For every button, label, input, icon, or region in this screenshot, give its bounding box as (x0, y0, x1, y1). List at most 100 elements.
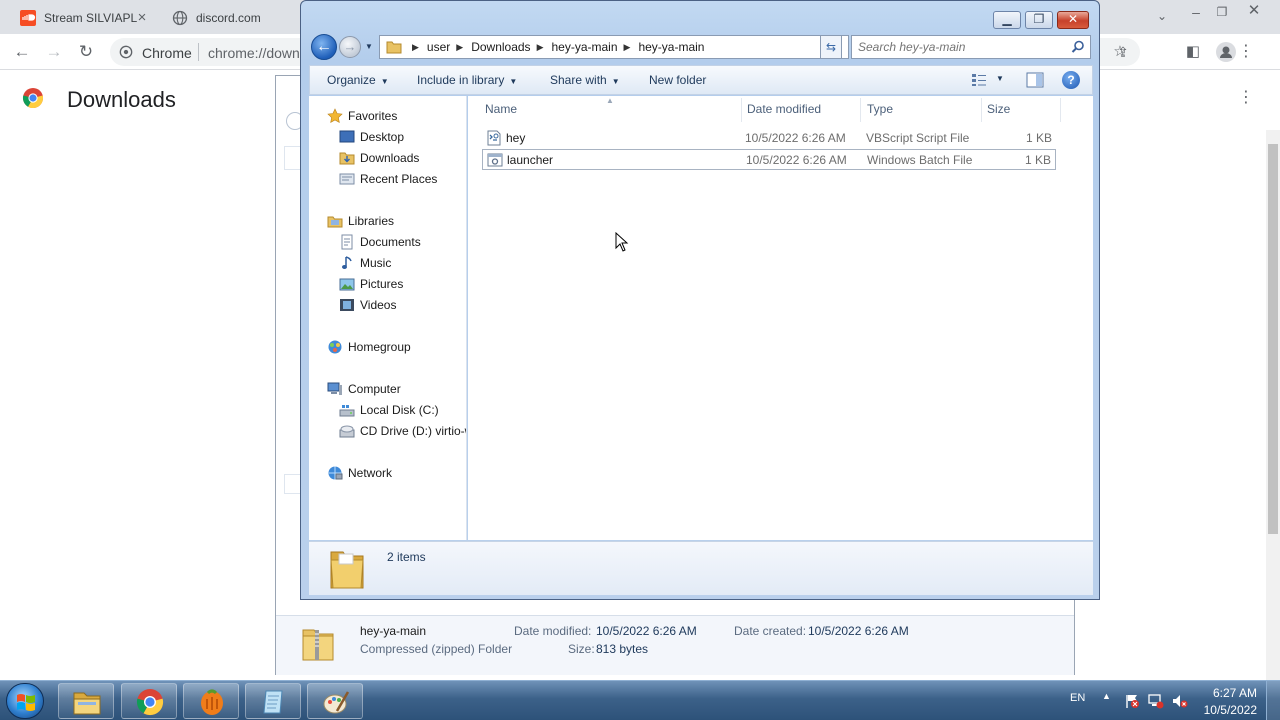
share-icon[interactable]: ⇪ (1113, 42, 1133, 62)
refresh-button[interactable]: ⇆ (820, 35, 842, 59)
taskbar-notepad[interactable] (245, 683, 301, 719)
help-icon[interactable]: ? (1062, 71, 1080, 89)
volume-muted-icon[interactable] (1172, 693, 1188, 709)
start-button[interactable] (6, 683, 44, 719)
new-folder-button[interactable]: New folder (649, 73, 706, 87)
column-separator[interactable] (860, 98, 861, 122)
nav-local-disk[interactable]: Local Disk (C:) (339, 400, 439, 420)
clock-time[interactable]: 6:27 AM (1213, 686, 1257, 700)
chevron-down-icon: ▼ (509, 77, 518, 86)
network-status-icon[interactable] (1148, 693, 1164, 709)
forward-button[interactable]: → (339, 36, 361, 58)
nav-cd-drive[interactable]: CD Drive (D:) virtio-w (339, 421, 466, 441)
zip-folder-icon (302, 629, 334, 661)
search-icon[interactable] (1071, 40, 1085, 54)
globe-icon (172, 10, 188, 26)
nav-music[interactable]: Music (339, 253, 391, 273)
nav-network[interactable]: Network (327, 463, 392, 483)
show-desktop-button[interactable] (1266, 681, 1280, 720)
taskbar-chrome[interactable] (121, 683, 177, 719)
tab-search-chevron-icon[interactable]: ⌄ (1152, 6, 1172, 26)
nav-libraries[interactable]: Libraries (327, 211, 394, 231)
nav-desktop[interactable]: Desktop (339, 127, 404, 147)
nav-computer[interactable]: Computer (327, 379, 401, 399)
column-header-size[interactable]: Size (987, 102, 1010, 116)
breadcrumb-hey-ya-main[interactable]: hey-ya-main (551, 40, 617, 54)
address-bar[interactable]: ▶ user ▶ Downloads ▶ hey-ya-main ▶ hey-y… (379, 35, 849, 59)
breadcrumb-downloads[interactable]: Downloads (471, 40, 530, 54)
fl-studio-icon (201, 689, 223, 715)
recent-pages-icon[interactable]: ▼ (365, 42, 375, 52)
clock-date[interactable]: 10/5/2022 (1204, 703, 1257, 717)
browser-restore-icon[interactable]: ❐ (1212, 2, 1232, 22)
nav-documents[interactable]: Documents (339, 232, 421, 252)
maximize-button[interactable]: ❐ (1025, 11, 1053, 29)
nav-videos[interactable]: Videos (339, 295, 396, 315)
view-options-arrow-icon[interactable]: ▼ (996, 74, 1004, 83)
breadcrumb-separator-icon[interactable]: ▶ (624, 42, 631, 53)
windows-logo-icon (17, 694, 35, 711)
search-box[interactable] (851, 35, 1091, 59)
breadcrumb-separator-icon[interactable]: ▶ (456, 42, 463, 53)
bg-date-created-value: 10/5/2022 6:26 AM (808, 624, 909, 638)
nav-favorites-label: Favorites (348, 109, 398, 123)
file-list-pane[interactable]: ▲ Name Date modified Type Size hey 10/5/… (468, 96, 1093, 540)
browser-close-icon[interactable]: ✕ (1244, 1, 1264, 21)
taskbar-paint[interactable] (307, 683, 363, 719)
nav-downloads[interactable]: Downloads (339, 148, 419, 168)
column-separator[interactable] (981, 98, 982, 122)
nav-recent-places[interactable]: Recent Places (339, 169, 437, 189)
breadcrumb-user[interactable]: user (427, 40, 450, 54)
column-header-date-modified[interactable]: Date modified (747, 102, 821, 116)
downloads-menu-icon[interactable]: ⋮ (1236, 88, 1256, 108)
browser-minimize-icon[interactable]: – (1186, 2, 1206, 22)
change-view-icon[interactable] (971, 73, 987, 87)
paint-icon (323, 691, 350, 714)
page-scrollbar[interactable] (1266, 130, 1280, 682)
browser-tab-soundcloud[interactable]: Stream SILVIAPL × (20, 4, 150, 32)
nav-computer-label: Computer (348, 382, 401, 396)
tab-close-icon[interactable]: × (134, 10, 150, 26)
column-header-type[interactable]: Type (867, 102, 893, 116)
documents-icon (341, 234, 353, 250)
bg-details-name: hey-ya-main (360, 624, 427, 638)
close-button[interactable]: ✕ (1057, 11, 1089, 29)
file-type: Windows Batch File (867, 153, 973, 167)
browser-menu-icon[interactable]: ⋮ (1236, 42, 1256, 62)
nav-favorites[interactable]: Favorites (327, 106, 397, 126)
nav-pictures[interactable]: Pictures (339, 274, 403, 294)
include-in-library-button[interactable]: Include in library ▼ (417, 73, 517, 87)
taskbar-explorer[interactable] (58, 683, 114, 719)
browser-back-icon[interactable]: ← (12, 42, 32, 62)
column-separator[interactable] (741, 98, 742, 122)
breadcrumb-hey-ya-main-current[interactable]: hey-ya-main (638, 40, 704, 54)
column-header-name[interactable]: Name (485, 102, 517, 116)
show-hidden-icons-icon[interactable]: ▲ (1102, 691, 1111, 701)
file-row-selected[interactable]: launcher 10/5/2022 6:26 AM Windows Batch… (482, 149, 1056, 170)
back-button[interactable]: ← (311, 34, 337, 60)
local-disk-icon (339, 405, 355, 417)
column-separator[interactable] (1060, 98, 1061, 122)
action-center-flag-icon[interactable] (1124, 693, 1140, 709)
nav-homegroup[interactable]: Homegroup (327, 337, 411, 357)
breadcrumb-separator-icon[interactable]: ▶ (537, 42, 544, 53)
omnibox-divider (198, 43, 199, 61)
minimize-button[interactable]: ▁ (993, 11, 1021, 29)
explorer-window[interactable]: ▁ ❐ ✕ ← → ▼ ▶ user ▶ Downloads ▶ hey-ya-… (300, 0, 1100, 600)
chevron-down-icon: ▼ (380, 77, 389, 86)
file-row[interactable]: hey 10/5/2022 6:26 AM VBScript Script Fi… (482, 128, 1056, 149)
search-input[interactable] (858, 40, 1058, 54)
profile-avatar-icon[interactable] (1216, 42, 1236, 62)
input-language[interactable]: EN (1070, 692, 1085, 704)
share-with-button[interactable]: Share with ▼ (550, 73, 620, 87)
taskbar-fl-studio[interactable] (183, 683, 239, 719)
side-panel-icon[interactable]: ◧ (1183, 42, 1203, 62)
organize-button[interactable]: Organize ▼ (327, 73, 389, 87)
preview-pane-icon[interactable] (1026, 72, 1044, 88)
browser-forward-icon[interactable]: → (44, 42, 64, 62)
breadcrumb-separator-icon[interactable]: ▶ (412, 42, 419, 53)
browser-tab-discord[interactable]: discord.com (172, 4, 302, 32)
browser-reload-icon[interactable]: ↻ (76, 42, 96, 62)
bg-date-modified-label: Date modified: (514, 624, 592, 638)
scrollbar-thumb[interactable] (1268, 144, 1278, 534)
